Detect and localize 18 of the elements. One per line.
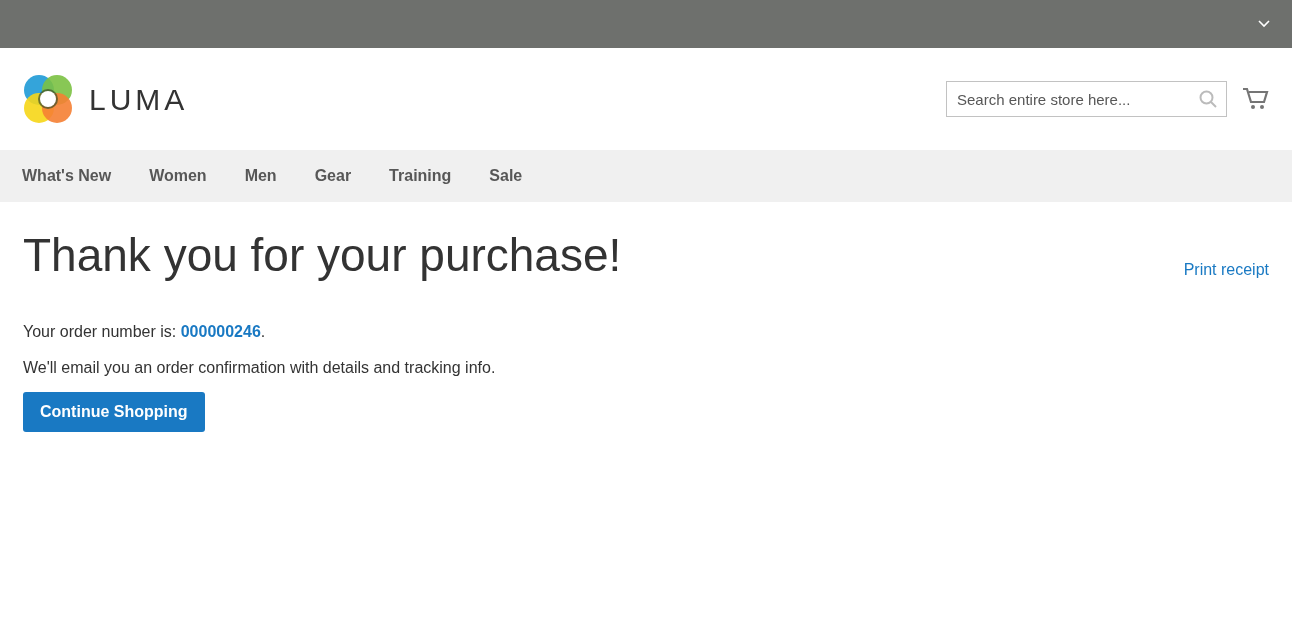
logo-icon[interactable] [23, 74, 73, 124]
continue-shopping-button[interactable]: Continue Shopping [23, 392, 205, 432]
chevron-down-icon[interactable] [1258, 20, 1270, 28]
order-number-link[interactable]: 000000246 [180, 320, 261, 344]
nav-link[interactable]: Sale [489, 164, 523, 188]
order-number-end: . [260, 322, 266, 342]
nav-link[interactable]: Gear [314, 164, 352, 188]
cart-icon[interactable] [1243, 87, 1269, 111]
nav-link[interactable]: What's New [22, 164, 112, 188]
print-receipt-link[interactable]: Print receipt [1183, 258, 1269, 282]
nav-link[interactable]: Men [244, 164, 277, 188]
page-title: Thank you for your purchase! [23, 230, 622, 281]
logo-text[interactable]: LUMA [89, 76, 189, 122]
search-field[interactable]: Search entire store here... [946, 81, 1227, 117]
nav-link[interactable]: Training [389, 164, 452, 188]
order-number-label: Your order number is: [23, 322, 178, 342]
nav-link[interactable]: Women [149, 164, 207, 188]
confirmation-text: We'll email you an order confirmation with details and tracking info. [23, 358, 497, 378]
